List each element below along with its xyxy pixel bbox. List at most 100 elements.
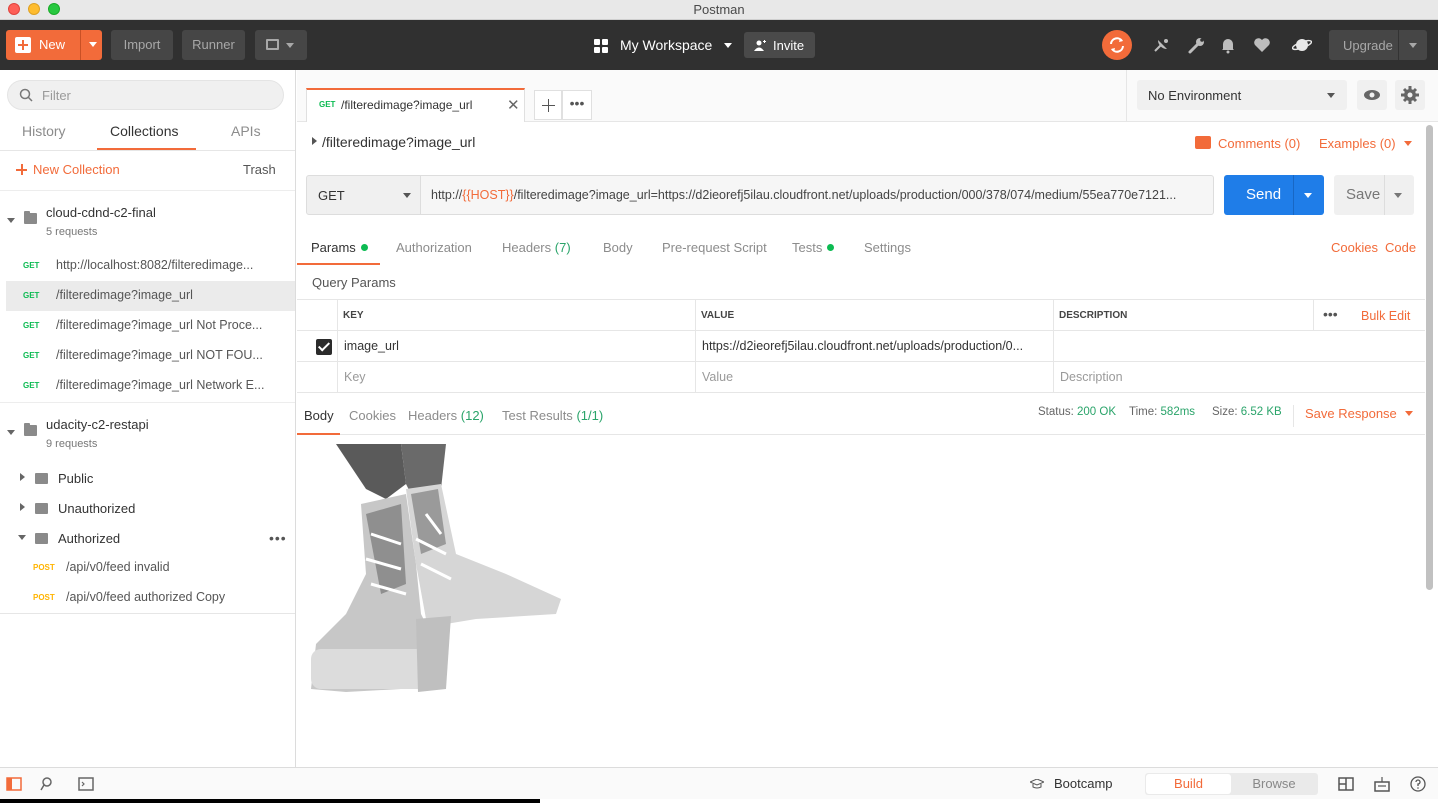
examples-dropdown[interactable]: Examples (0) xyxy=(1319,136,1412,151)
collection-header[interactable]: udacity-c2-restapi 9 requests xyxy=(0,402,295,462)
tab-headers[interactable]: Headers (7) xyxy=(502,240,571,255)
comments-button[interactable]: Comments (0) xyxy=(1195,135,1300,151)
column-header: KEY xyxy=(343,310,364,321)
new-collection-label: New Collection xyxy=(33,162,120,177)
tab-params[interactable]: Params xyxy=(311,240,368,255)
chevron-down-icon[interactable] xyxy=(18,535,26,540)
tab-response-headers[interactable]: Headers (12) xyxy=(408,408,484,423)
collection-header[interactable]: cloud-cdnd-c2-final 5 requests xyxy=(0,190,295,250)
param-checkbox[interactable] xyxy=(316,339,332,355)
console-icon[interactable] xyxy=(78,776,94,792)
new-dropdown-caret-icon[interactable] xyxy=(89,42,97,47)
param-key-cell[interactable]: image_url xyxy=(337,331,695,361)
bootcamp-button[interactable]: Bootcamp xyxy=(1030,776,1113,791)
chevron-down-icon[interactable] xyxy=(1304,193,1312,198)
title-bar: Postman xyxy=(0,0,1438,20)
new-key-field[interactable]: Key xyxy=(337,362,695,392)
new-value-field[interactable]: Value xyxy=(695,362,1053,392)
chevron-right-icon[interactable] xyxy=(20,503,25,511)
manage-environments-button[interactable] xyxy=(1395,80,1425,110)
tab-response-body[interactable]: Body xyxy=(304,408,334,423)
method-select[interactable]: GET xyxy=(306,175,421,215)
import-button[interactable]: Import xyxy=(111,30,173,60)
heart-icon[interactable] xyxy=(1252,35,1272,55)
tab-authorization[interactable]: Authorization xyxy=(396,240,472,255)
folder-icon xyxy=(35,503,48,514)
request-item[interactable]: POST /api/v0/feed invalid xyxy=(16,553,305,583)
sync-icon[interactable] xyxy=(1102,30,1132,60)
more-tabs-icon[interactable]: ••• xyxy=(562,90,592,120)
find-icon[interactable] xyxy=(40,776,56,792)
chevron-right-icon[interactable] xyxy=(20,473,25,481)
request-item[interactable]: GET /filteredimage?image_url Not Proce..… xyxy=(6,311,295,341)
folder-item-public[interactable]: Public xyxy=(0,463,295,493)
tab-collections[interactable]: Collections xyxy=(110,123,178,139)
tab-settings[interactable]: Settings xyxy=(864,240,911,255)
environment-select[interactable]: No Environment xyxy=(1137,80,1347,110)
toggle-sidebar-icon[interactable] xyxy=(6,776,22,792)
tab-prerequest-script[interactable]: Pre-request Script xyxy=(662,240,767,255)
help-icon[interactable] xyxy=(1410,776,1426,792)
request-item[interactable]: GET /filteredimage?image_url NOT FOU... xyxy=(6,341,295,371)
tab-history[interactable]: History xyxy=(22,123,66,139)
two-pane-view-icon[interactable] xyxy=(1338,776,1354,792)
chevron-down-icon[interactable] xyxy=(7,218,15,223)
bell-icon[interactable] xyxy=(1218,35,1238,55)
new-description-field[interactable]: Description xyxy=(1053,362,1425,392)
query-params-label: Query Params xyxy=(312,275,396,290)
save-button[interactable]: Save xyxy=(1334,175,1414,215)
save-response-button[interactable]: Save Response xyxy=(1305,406,1413,421)
tab-response-cookies[interactable]: Cookies xyxy=(349,408,396,423)
upgrade-button[interactable]: Upgrade xyxy=(1329,30,1427,60)
satellite-icon[interactable] xyxy=(1152,35,1172,55)
close-icon[interactable]: ✕ xyxy=(507,96,520,114)
tab-tests[interactable]: Tests xyxy=(792,240,835,255)
more-options-icon[interactable]: ••• xyxy=(1323,306,1338,322)
request-name: http://localhost:8082/filteredimage... xyxy=(56,258,254,272)
tab-test-results[interactable]: Test Results (1/1) xyxy=(502,408,603,423)
tab-body[interactable]: Body xyxy=(603,240,633,255)
new-collection-button[interactable]: New Collection xyxy=(16,162,120,177)
param-value-cell[interactable]: https://d2ieorefj5ilau.cloudfront.net/up… xyxy=(695,331,1053,361)
main-scrollbar[interactable] xyxy=(1426,125,1434,765)
request-item[interactable]: GET http://localhost:8082/filteredimage.… xyxy=(6,251,295,281)
chevron-down-icon[interactable] xyxy=(7,430,15,435)
send-button[interactable]: Send xyxy=(1224,175,1324,215)
wrench-icon[interactable] xyxy=(1187,35,1207,55)
code-link[interactable]: Code xyxy=(1385,240,1416,255)
planet-avatar-icon[interactable] xyxy=(1292,35,1312,55)
invite-button[interactable]: Invite xyxy=(744,32,815,58)
method-badge: GET xyxy=(23,291,40,300)
request-tab[interactable]: GET /filteredimage?image_url ✕ xyxy=(306,88,525,122)
folder-name: Public xyxy=(58,471,94,486)
url-input[interactable]: http://{{HOST}}/filteredimage?image_url=… xyxy=(421,175,1214,215)
chevron-down-icon[interactable] xyxy=(1409,43,1417,48)
folder-item-authorized[interactable]: Authorized ••• xyxy=(0,523,295,553)
folder-item-unauthorized[interactable]: Unauthorized xyxy=(0,493,295,523)
chevron-down-icon[interactable] xyxy=(1394,193,1402,198)
tab-apis[interactable]: APIs xyxy=(231,123,261,139)
keyboard-shortcuts-icon[interactable] xyxy=(1374,776,1390,792)
folder-icon xyxy=(24,211,37,224)
browse-toggle[interactable]: Browse xyxy=(1231,774,1317,794)
request-item[interactable]: GET /filteredimage?image_url xyxy=(6,281,295,311)
runner-button[interactable]: Runner xyxy=(182,30,245,60)
filter-input[interactable] xyxy=(42,87,272,103)
more-options-icon[interactable]: ••• xyxy=(269,530,287,546)
new-window-button[interactable] xyxy=(255,30,307,60)
bulk-edit-link[interactable]: Bulk Edit xyxy=(1361,309,1410,323)
new-button[interactable]: New xyxy=(6,30,102,60)
method-badge: GET xyxy=(23,351,40,360)
cookies-link[interactable]: Cookies xyxy=(1331,240,1378,255)
environment-quick-look-button[interactable] xyxy=(1357,80,1387,110)
request-item[interactable]: GET /filteredimage?image_url Network E..… xyxy=(6,371,295,401)
trash-button[interactable]: Trash xyxy=(243,162,276,177)
param-description-cell[interactable] xyxy=(1053,331,1425,361)
chevron-right-icon[interactable] xyxy=(312,137,317,145)
request-name: /api/v0/feed authorized Copy xyxy=(66,590,226,604)
filter-field[interactable] xyxy=(7,80,284,110)
new-tab-button[interactable] xyxy=(534,90,562,120)
response-time: Time: 582ms xyxy=(1129,406,1196,418)
request-item[interactable]: POST /api/v0/feed authorized Copy xyxy=(16,583,305,613)
build-toggle[interactable]: Build xyxy=(1146,774,1231,794)
